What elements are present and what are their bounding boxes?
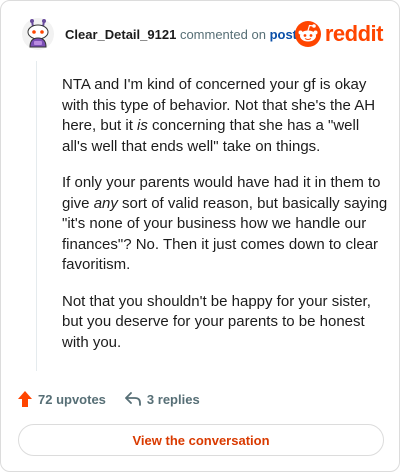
comment-card: Clear_Detail_9121 commented on post redd…	[0, 0, 400, 472]
reddit-snoo-icon	[294, 21, 321, 47]
avatar[interactable]	[21, 17, 55, 51]
thread-line	[36, 61, 37, 371]
replies-button[interactable]: 3 replies	[124, 391, 200, 407]
author-line: Clear_Detail_9121 commented on post	[65, 27, 297, 42]
comment-paragraph: NTA and I'm kind of concerned your gf is…	[62, 75, 388, 157]
author-name[interactable]: Clear_Detail_9121	[65, 27, 176, 42]
comment-paragraph: If only your parents would have had it i…	[62, 173, 388, 276]
comment-actions: 72 upvotes 3 replies	[17, 389, 200, 409]
view-conversation-button[interactable]: View the conversation	[18, 424, 384, 456]
emphasis-text: is	[137, 117, 148, 134]
comment-header: Clear_Detail_9121 commented on post redd…	[17, 15, 384, 55]
emphasis-text: any	[93, 194, 118, 212]
reply-arrow-icon	[125, 392, 141, 406]
upvote-arrow-icon	[18, 391, 32, 407]
comment-body: NTA and I'm kind of concerned your gf is…	[62, 75, 388, 369]
upvote-count: 72 upvotes	[38, 391, 106, 407]
action-text: commented on	[179, 27, 266, 42]
reddit-wordmark: reddit	[324, 21, 384, 46]
comment-paragraph: Not that you shouldn't be happy for your…	[62, 292, 371, 351]
reply-count: 3 replies	[146, 391, 200, 407]
reddit-logo[interactable]: reddit	[294, 19, 384, 49]
snoo-avatar-icon	[22, 18, 54, 50]
upvote-button[interactable]: 72 upvotes	[17, 390, 106, 408]
post-link[interactable]: post	[270, 27, 297, 42]
